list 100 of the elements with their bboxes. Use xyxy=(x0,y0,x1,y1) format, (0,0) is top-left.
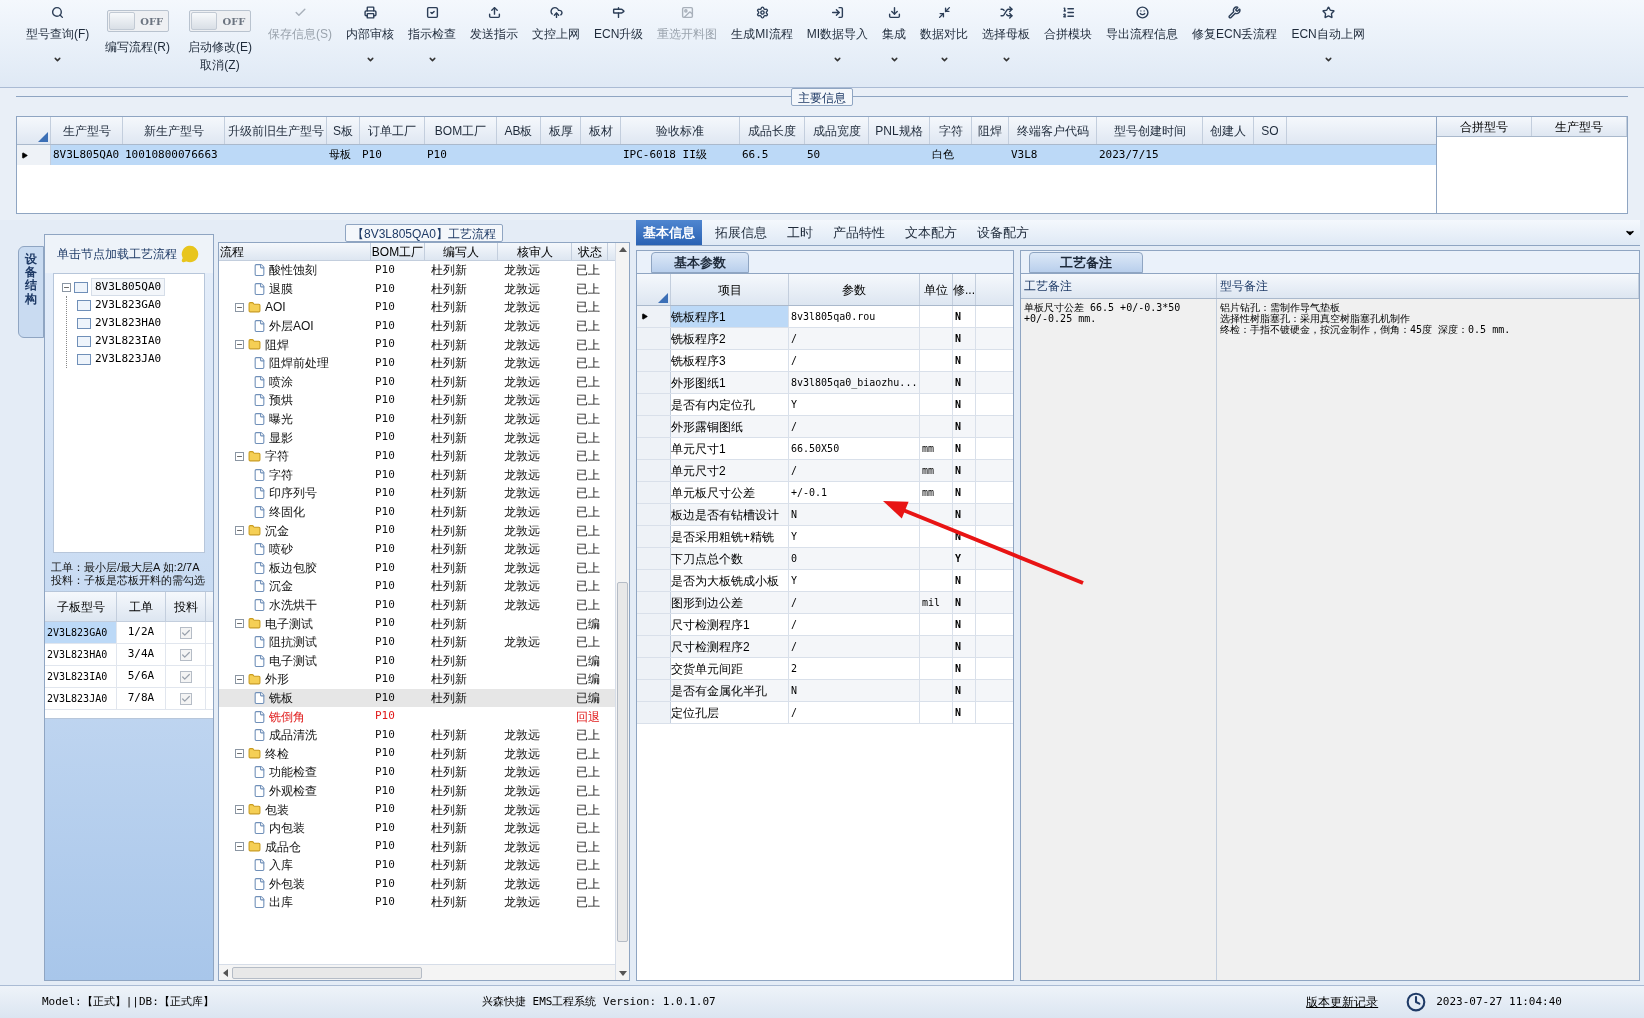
column-header[interactable]: 流程 xyxy=(219,243,371,260)
flow-row[interactable]: 铣倒角 P10 回退 xyxy=(219,707,615,726)
link[interactable]: 版本更新记录 xyxy=(1306,993,1379,1011)
column-header[interactable]: 单位 xyxy=(920,274,953,305)
flow-row[interactable]: 内包装 P10 杜列新 龙敦远 已上 xyxy=(219,818,615,838)
flow-row[interactable]: 外包装 P10 杜列新 龙敦远 已上 xyxy=(219,874,615,894)
flow-row[interactable]: 印序列号 P10 杜列新 龙敦远 已上 xyxy=(219,484,615,503)
tree-node[interactable]: 2V3L823HA0 xyxy=(95,314,162,332)
toolbar-button[interactable]: 文控上网 xyxy=(526,4,586,74)
flow-row[interactable]: 成品仓 P10 杜列新 龙敦远 已上 xyxy=(219,837,615,856)
table-cell[interactable]: 图形到边公差 xyxy=(671,592,789,613)
tree-node[interactable]: 2V3L823JA0 xyxy=(95,350,162,368)
table-cell[interactable]: 2V3L823GA0 xyxy=(45,622,117,643)
table-cell[interactable]: 铣板程序1 xyxy=(671,306,789,327)
table-cell[interactable]: 单元板尺寸公差 xyxy=(671,482,789,503)
flow-row[interactable]: 功能检查 P10 杜列新 龙敦远 已上 xyxy=(219,763,615,782)
tree-node[interactable]: 8V3L805QA0 xyxy=(91,277,166,297)
flow-row[interactable]: AOI P10 杜列新 龙敦远 已上 xyxy=(219,298,615,317)
flow-row[interactable]: 字符 P10 杜列新 龙敦远 已上 xyxy=(219,465,615,485)
column-header[interactable]: 参数 xyxy=(789,274,920,305)
table-cell[interactable]: 是否为大板铣成小板 xyxy=(671,570,789,591)
sub-tab[interactable]: 工艺备注 xyxy=(1029,252,1143,273)
flow-row[interactable]: 喷涂 P10 杜列新 龙敦远 已上 xyxy=(219,372,615,392)
table-cell[interactable]: 是否有内定位孔 xyxy=(671,394,789,415)
table-cell[interactable]: 单元尺寸1 xyxy=(671,438,789,459)
table-cell[interactable]: 交货单元间距 xyxy=(671,658,789,679)
column-header[interactable]: BOM工厂 xyxy=(371,243,425,260)
column-header[interactable]: 成品宽度 xyxy=(805,117,869,144)
flow-row[interactable]: 外观检查 P10 杜列新 龙敦远 已上 xyxy=(219,781,615,801)
column-header[interactable]: 生产型号 xyxy=(1532,117,1627,136)
column-header[interactable]: SO xyxy=(1254,117,1287,144)
toolbar-button[interactable]: 数据对比 xyxy=(914,4,975,74)
table-cell[interactable]: 下刀点总个数 xyxy=(671,548,789,569)
column-header[interactable]: 终端客户代码 xyxy=(1009,117,1097,144)
column-header[interactable]: 合拼型号 xyxy=(1437,117,1532,136)
flow-row[interactable]: 外形 P10 杜列新 已编 xyxy=(219,670,615,689)
tab[interactable]: 拓展信息 xyxy=(708,220,774,245)
toolbar-button[interactable]: ECN自动上网 xyxy=(1285,4,1371,74)
column-header[interactable]: 核审人 xyxy=(498,243,572,260)
flow-row[interactable]: 板边包胶 P10 杜列新 龙敦远 已上 xyxy=(219,558,615,578)
column-header[interactable]: 阻焊 xyxy=(972,117,1009,144)
flow-row[interactable]: 退膜 P10 杜列新 龙敦远 已上 xyxy=(219,279,615,299)
flow-row[interactable]: 字符 P10 杜列新 龙敦远 已上 xyxy=(219,446,615,466)
toolbar-button[interactable]: 导出流程信息 xyxy=(1100,4,1185,74)
column-header[interactable]: 状态 xyxy=(572,243,608,260)
flow-row[interactable]: 阻焊 P10 杜列新 龙敦远 已上 xyxy=(219,335,615,354)
toolbar-button[interactable]: 生成MI流程 xyxy=(725,4,799,74)
toolbar-button[interactable]: 选择母板 xyxy=(976,4,1037,74)
toolbar-button[interactable]: 修复ECN丢流程 xyxy=(1186,4,1284,74)
flow-row[interactable]: 阻抗测试 P10 杜列新 龙敦远 已上 xyxy=(219,632,615,652)
table-cell[interactable]: 外形图纸1 xyxy=(671,372,789,393)
column-header[interactable]: 型号备注 xyxy=(1217,274,1639,298)
flow-row[interactable]: 成品清洗 P10 杜列新 龙敦远 已上 xyxy=(219,725,615,745)
flow-row[interactable]: 预烘 P10 杜列新 龙敦远 已上 xyxy=(219,391,615,410)
flow-row[interactable]: 包装 P10 杜列新 龙敦远 已上 xyxy=(219,800,615,819)
table-cell[interactable]: 2V3L823IA0 xyxy=(45,666,117,687)
table-cell[interactable]: 2V3L823JA0 xyxy=(45,688,117,709)
table-cell[interactable]: 尺寸检测程序1 xyxy=(671,614,789,635)
table-cell[interactable]: 定位孔层 xyxy=(671,702,789,723)
column-header[interactable]: 成品长度 xyxy=(740,117,805,144)
table-cell[interactable]: 是否采用粗铣+精铣 xyxy=(671,526,789,547)
column-header[interactable]: BOM工厂 xyxy=(425,117,497,144)
column-header[interactable]: 修... xyxy=(953,274,976,305)
flow-row[interactable]: 外层AOI P10 杜列新 龙敦远 已上 xyxy=(219,316,615,336)
flow-row[interactable]: 沉金 P10 杜列新 龙敦远 已上 xyxy=(219,577,615,596)
toolbar-button[interactable]: 合拼模块 xyxy=(1038,4,1099,74)
flow-row[interactable]: 显影 P10 杜列新 龙敦远 已上 xyxy=(219,428,615,447)
column-header[interactable]: 板厚 xyxy=(541,117,581,144)
toolbar-button[interactable]: 集成 xyxy=(876,4,913,74)
toolbar-button[interactable]: 内部审核 xyxy=(340,4,400,74)
flow-row[interactable]: 电子测试 P10 杜列新 已编 xyxy=(219,651,615,671)
table-cell[interactable]: 是否有金属化半孔 xyxy=(671,680,789,701)
column-header[interactable]: PNL规格 xyxy=(869,117,930,144)
tab[interactable]: 文本配方 xyxy=(898,220,964,245)
column-header[interactable]: 工单 xyxy=(117,592,166,621)
table-cell[interactable]: 尺寸检测程序2 xyxy=(671,636,789,657)
table-row[interactable]: 8V3L805QA0 10010800076663 母板 P10 P10 IPC-6018 II级 66.5 50 白色 V3L8 2023/7/15 xyxy=(17,145,1436,165)
tab[interactable]: 产品特性 xyxy=(826,220,892,245)
column-header[interactable]: 生产型号 xyxy=(51,117,123,144)
toolbar-button[interactable]: ECN升级 xyxy=(588,4,650,74)
flow-row[interactable]: 出库 P10 杜列新 龙敦远 已上 xyxy=(219,893,615,912)
tree-node[interactable]: 2V3L823IA0 xyxy=(95,332,162,350)
flow-row[interactable]: 沉金 P10 杜列新 龙敦远 已上 xyxy=(219,521,615,540)
column-header[interactable]: 升级前旧生产型号 xyxy=(225,117,327,144)
table-cell[interactable]: 外形露铜图纸 xyxy=(671,416,789,437)
column-header[interactable]: AB板 xyxy=(497,117,541,144)
table-cell[interactable]: 2V3L823HA0 xyxy=(45,644,117,665)
tab[interactable]: 基本信息 xyxy=(636,220,702,245)
table-cell[interactable]: 单元尺寸2 xyxy=(671,460,789,481)
column-header[interactable]: 字符 xyxy=(930,117,972,144)
tab[interactable]: 工时 xyxy=(780,220,820,245)
flow-row[interactable]: 水洗烘干 P10 杜列新 龙敦远 已上 xyxy=(219,595,615,615)
flow-row[interactable]: 入库 P10 杜列新 龙敦远 已上 xyxy=(219,856,615,875)
table-cell[interactable]: 铣板程序2 xyxy=(671,328,789,349)
column-header[interactable]: 新生产型号 xyxy=(123,117,225,144)
tab[interactable]: 设备配方 xyxy=(970,220,1036,245)
sub-tab[interactable]: 基本参数 xyxy=(651,252,749,273)
table-cell[interactable]: 板边是否有钻槽设计 xyxy=(671,504,789,525)
toolbar-button[interactable]: 型号查询(F) xyxy=(20,4,96,74)
column-header[interactable]: 型号创建时间 xyxy=(1097,117,1203,144)
